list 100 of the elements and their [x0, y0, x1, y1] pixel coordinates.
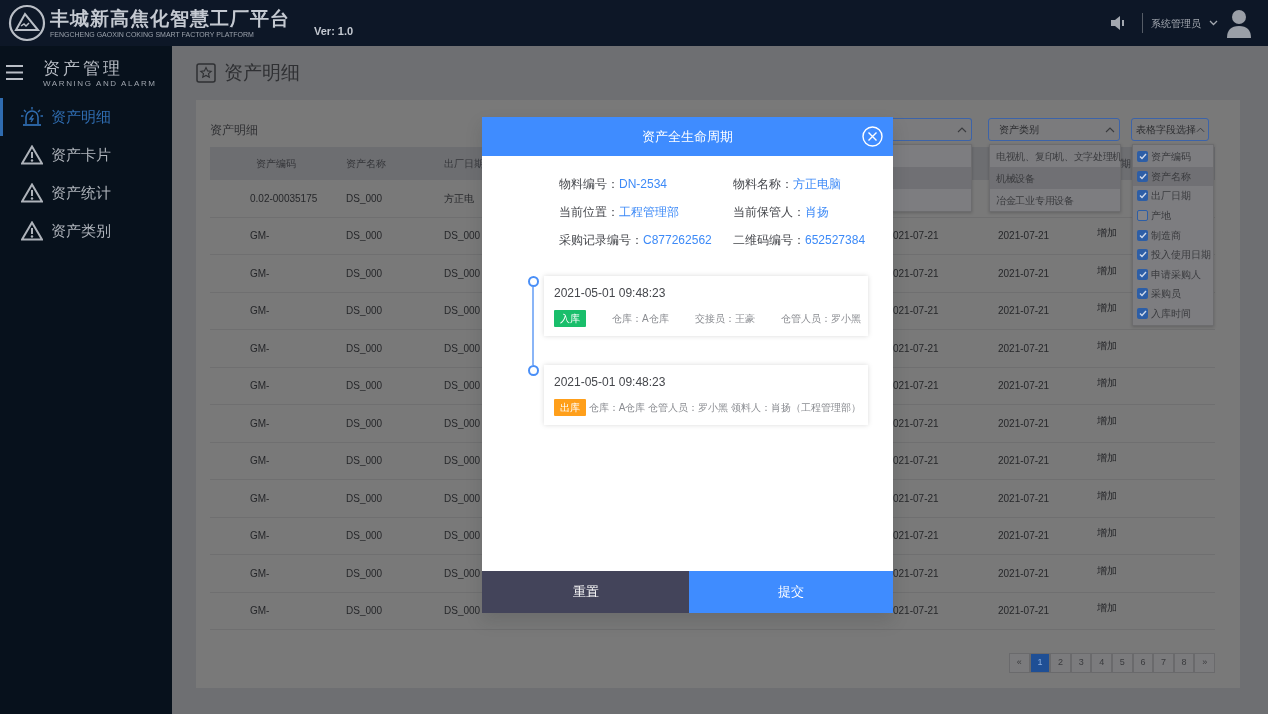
- status-tag: 出库: [554, 399, 586, 416]
- table-cell-text: 2021-07-21: [998, 454, 1051, 469]
- table-cell-text: 2021-07-21: [998, 341, 1051, 356]
- table-cell-text: DS_000: [346, 416, 384, 431]
- table-cell-text: DS_000: [346, 304, 384, 319]
- table-cell-text: 021-07-21: [893, 454, 940, 469]
- user-name[interactable]: 系统管理员: [1151, 15, 1201, 31]
- reset-button[interactable]: 重置: [482, 571, 689, 613]
- table-cell-text: 增加: [1097, 413, 1118, 428]
- field-value: 肖扬: [805, 204, 829, 221]
- page-button[interactable]: 2: [1050, 653, 1071, 673]
- table-cell-text: 021-07-21: [893, 604, 940, 619]
- table-cell-text: 增加: [1097, 451, 1118, 466]
- field-value: 方正电脑: [793, 176, 841, 193]
- page-button[interactable]: 6: [1132, 653, 1154, 673]
- field-option-label[interactable]: 产地: [1151, 208, 1171, 224]
- table-cell-text: 2021-07-21: [998, 566, 1051, 581]
- table-cell-text: 021-07-21: [893, 229, 940, 244]
- table-cell-text: 增加: [1097, 526, 1118, 541]
- menu-icon[interactable]: [6, 64, 23, 81]
- sidebar-item[interactable]: 资产明细: [0, 98, 172, 136]
- table-cell-text: DS_000: [346, 491, 384, 506]
- chevron-up-icon[interactable]: [1105, 126, 1115, 133]
- checkbox[interactable]: [1137, 170, 1148, 182]
- table-cell-text: GM-: [250, 416, 271, 431]
- table-cell-text: DS_000: [444, 229, 482, 244]
- close-icon[interactable]: [862, 126, 883, 147]
- dropdown-option[interactable]: 冶金工业专用设备: [990, 189, 1120, 211]
- timeline-detail: 交接员：王豪: [694, 312, 755, 326]
- table-cell-text: 2021-07-21: [998, 379, 1051, 394]
- table-cell-text: 2021-07-21: [998, 416, 1051, 431]
- previous-page-button[interactable]: «: [1009, 653, 1030, 673]
- table-cell-text: GM-: [250, 266, 271, 281]
- table-cell-text: 增加: [1097, 263, 1118, 278]
- table-cell-text: DS_000: [444, 566, 482, 581]
- table-cell-text: DS_000: [444, 604, 482, 619]
- table-cell-text: 增加: [1097, 226, 1118, 241]
- checkbox[interactable]: [1137, 288, 1148, 300]
- table-cell-text: 增加: [1097, 488, 1118, 503]
- field-label: 物料编号：: [559, 176, 619, 193]
- next-page-button[interactable]: »: [1194, 653, 1215, 673]
- table-cell-text: GM-: [250, 566, 271, 581]
- table-cell-text: 增加: [1097, 301, 1118, 316]
- table-cell-text: 增加: [1097, 601, 1118, 616]
- avatar-icon[interactable]: [1226, 8, 1252, 38]
- table-cell-text: 增加: [1097, 376, 1118, 391]
- modal-title: 资产全生命周期: [642, 127, 733, 146]
- checkbox[interactable]: [1137, 190, 1148, 202]
- submit-button[interactable]: 提交: [689, 571, 893, 613]
- table-cell-text: GM-: [250, 454, 271, 469]
- table-cell-text: 增加: [1097, 338, 1118, 353]
- status-tag: 入库: [554, 310, 586, 327]
- field-label: 当前保管人：: [733, 204, 805, 221]
- field-label: 物料名称：: [733, 176, 793, 193]
- timeline-time: 2021-05-01 09:48:23: [554, 374, 667, 391]
- table-cell-text: 2021-07-21: [998, 491, 1051, 506]
- field-value: C877262562: [643, 232, 712, 249]
- sidebar-item[interactable]: 资产统计: [0, 174, 172, 212]
- table-cell-text: 021-07-21: [893, 416, 940, 431]
- table-cell-text: DS_000: [346, 454, 384, 469]
- checkbox[interactable]: [1137, 249, 1148, 261]
- table-cell-text: DS_000: [346, 379, 384, 394]
- table-cell-text: 2021-07-21: [998, 604, 1051, 619]
- table-cell-text: GM-: [250, 491, 271, 506]
- page-button[interactable]: 4: [1091, 653, 1113, 673]
- table-cell-text: DS_000: [444, 304, 482, 319]
- checkbox[interactable]: [1137, 151, 1148, 163]
- sidebar-item[interactable]: 资产卡片: [0, 136, 172, 174]
- alarm-light-icon: [21, 107, 43, 127]
- table-cell-text: 021-07-21: [893, 379, 940, 394]
- field-label: 采购记录编号：: [559, 232, 643, 249]
- version-label: Ver: 1.0: [314, 23, 354, 39]
- warning-icon: [21, 145, 43, 165]
- table-cell-text: DS_000: [444, 416, 482, 431]
- table-cell-text: GM-: [250, 229, 271, 244]
- panel-title: 资产明细: [210, 121, 258, 139]
- warning-icon: [21, 221, 43, 241]
- field-option-label[interactable]: 制造商: [1151, 227, 1181, 243]
- chevron-up-icon[interactable]: [957, 126, 967, 133]
- speaker-icon[interactable]: [1110, 16, 1126, 30]
- checkbox[interactable]: [1137, 308, 1148, 320]
- sidebar-item[interactable]: 资产类别: [0, 212, 172, 250]
- table-cell-text: 0.02-00035175: [250, 191, 319, 206]
- sidebar-subtitle: WARNING AND ALARM: [43, 80, 157, 88]
- table-cell-text: 021-07-21: [893, 529, 940, 544]
- table-cell-text: 021-07-21: [893, 341, 940, 356]
- table-cell-text: 021-07-21: [893, 491, 940, 506]
- checkbox[interactable]: [1137, 210, 1148, 222]
- page-button[interactable]: 5: [1112, 653, 1133, 673]
- field-option-label[interactable]: 资产编码: [1151, 149, 1191, 165]
- page-button[interactable]: 1: [1029, 653, 1051, 673]
- table-cell-text: DS_000: [444, 379, 482, 394]
- timeline-detail: 仓管人员：罗小黑: [781, 312, 861, 326]
- page-button[interactable]: 8: [1173, 653, 1195, 673]
- caret-icon[interactable]: [1209, 20, 1218, 26]
- checkbox[interactable]: [1137, 268, 1148, 280]
- table-cell-text: DS_000: [444, 529, 482, 544]
- checkbox[interactable]: [1137, 229, 1148, 241]
- table-cell-text: DS_000: [444, 341, 482, 356]
- table-cell-text: DS_000: [444, 454, 482, 469]
